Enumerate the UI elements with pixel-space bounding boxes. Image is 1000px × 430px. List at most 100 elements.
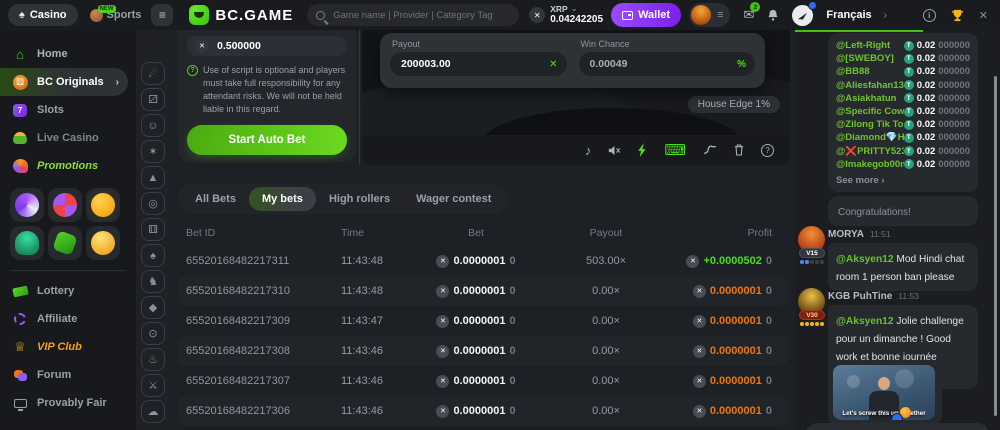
notifications-button[interactable] bbox=[767, 9, 779, 21]
multiply-icon: ✕ bbox=[549, 59, 557, 70]
win-chance-label: Win Chance bbox=[581, 39, 756, 49]
start-auto-bet-button[interactable]: Start Auto Bet bbox=[187, 125, 347, 155]
sidebar-item-slots[interactable]: 7 Slots bbox=[0, 96, 136, 124]
table-row[interactable]: 65520168482217309 11:43:47 ✕0.00000010 0… bbox=[178, 306, 788, 336]
trend-icon bbox=[703, 145, 717, 155]
sidebar-item-forum[interactable]: Forum bbox=[0, 361, 136, 389]
promo-coin-tile[interactable] bbox=[86, 226, 120, 260]
game-icon[interactable]: ♠ bbox=[141, 244, 165, 267]
sidebar-item-promotions[interactable]: Promotions bbox=[0, 152, 136, 180]
table-row[interactable]: 65520168482217306 11:43:46 ✕0.00000010 0… bbox=[178, 396, 788, 426]
tab-my-bets[interactable]: My bets bbox=[249, 187, 316, 211]
search-input[interactable] bbox=[331, 9, 510, 22]
keyboard-icon: ⌨ bbox=[664, 141, 686, 159]
xrp-coin-icon: ✕ bbox=[529, 7, 545, 23]
table-row[interactable]: 65520168482217308 11:43:46 ✕0.00000010 0… bbox=[178, 336, 788, 366]
game-icon[interactable]: ☺ bbox=[141, 114, 165, 137]
chat-language-label[interactable]: Français bbox=[826, 9, 871, 21]
xrp-coin-icon: ✕ bbox=[436, 255, 449, 268]
messages-button[interactable]: ✉ 2 bbox=[743, 7, 754, 23]
sidebar-item-provably-fair[interactable]: Provably Fair bbox=[0, 389, 136, 417]
chat-username[interactable]: MORYA11:51 bbox=[828, 229, 891, 240]
help-button[interactable]: ? bbox=[761, 144, 774, 157]
language-chevron-icon[interactable]: › bbox=[884, 10, 887, 21]
wallet-button[interactable]: Wallet bbox=[611, 3, 681, 27]
game-search[interactable] bbox=[307, 4, 519, 26]
game-icon[interactable]: ◎ bbox=[141, 192, 165, 215]
bc-game-logo[interactable]: BC.GAME bbox=[189, 5, 293, 25]
rain-recipient-row: @Imakegob00m...T0.02000000 bbox=[836, 158, 970, 171]
chat-panel: @Left-RightT0.02000000 @[SWEBOY]T0.02000… bbox=[795, 30, 1000, 430]
table-row[interactable]: 65520168482217307 11:43:46 ✕0.00000010 0… bbox=[178, 366, 788, 396]
tether-icon: T bbox=[904, 80, 914, 90]
game-icon[interactable]: ⚂ bbox=[141, 88, 165, 111]
tab-all-bets[interactable]: All Bets bbox=[182, 187, 249, 211]
game-icon[interactable]: ♨ bbox=[141, 348, 165, 371]
turbo-toggle[interactable] bbox=[638, 143, 647, 157]
music-toggle[interactable]: ♪ bbox=[585, 143, 592, 158]
bet-amount-input[interactable] bbox=[215, 39, 339, 53]
gold-coin-icon bbox=[91, 231, 115, 255]
promo-wheel-tile[interactable] bbox=[48, 188, 82, 222]
close-icon[interactable]: ✕ bbox=[979, 9, 988, 22]
sound-toggle[interactable] bbox=[608, 145, 621, 156]
tab-high-rollers[interactable]: High rollers bbox=[316, 187, 403, 211]
tether-icon: T bbox=[904, 120, 914, 130]
win-chance-input-box[interactable]: % bbox=[579, 52, 756, 76]
chat-toggle-button[interactable] bbox=[792, 5, 813, 26]
mention-link[interactable]: @Aksyen12 bbox=[836, 316, 894, 327]
game-icon[interactable]: ▲ bbox=[141, 166, 165, 189]
sidebar-item-bc-originals[interactable]: ⚄ BC Originals › bbox=[0, 68, 128, 96]
promo-spin-tile[interactable] bbox=[10, 188, 44, 222]
payout-input-box[interactable]: ✕ bbox=[390, 52, 567, 76]
reaction-badge[interactable] bbox=[891, 413, 903, 420]
tab-wager-contest[interactable]: Wager contest bbox=[403, 187, 504, 211]
game-icon[interactable]: ⚔ bbox=[141, 374, 165, 397]
bets-tabs: All Bets My bets High rollers Wager cont… bbox=[178, 184, 508, 214]
vip-progress-dots bbox=[800, 322, 824, 326]
sidebar-item-vip-club[interactable]: ♕ VIP Club bbox=[0, 333, 136, 361]
mail-count-badge: 2 bbox=[750, 2, 760, 12]
sidebar-item-live-casino[interactable]: Live Casino bbox=[0, 124, 136, 152]
trophy-icon[interactable] bbox=[951, 9, 964, 22]
sidebar-item-home[interactable]: ⌂ Home bbox=[0, 40, 136, 68]
sports-nav-button[interactable]: Sports NEW bbox=[90, 9, 142, 22]
promo-cash-tile[interactable] bbox=[48, 226, 82, 260]
balance-display[interactable]: ✕ XRP⌄ 0.04242205 bbox=[529, 5, 603, 26]
see-more-link[interactable]: See more › bbox=[836, 175, 970, 186]
table-row[interactable]: 65520168482217310 11:43:48 ✕0.00000010 0… bbox=[178, 276, 788, 306]
win-chance-input[interactable] bbox=[588, 57, 738, 71]
lottery-ticket-icon bbox=[12, 285, 29, 297]
casino-nav-button[interactable]: ♠ Casino bbox=[8, 4, 78, 26]
payout-input[interactable] bbox=[399, 57, 549, 71]
chat-gif[interactable]: Let's screw this up together bbox=[833, 365, 935, 420]
stats-button[interactable] bbox=[703, 145, 717, 155]
sidebar-item-lottery[interactable]: Lottery bbox=[0, 277, 136, 305]
game-icon[interactable]: ⚅ bbox=[141, 218, 165, 241]
bet-amount-field[interactable]: ✕ bbox=[187, 36, 347, 56]
game-icon[interactable]: ☁ bbox=[141, 400, 165, 423]
chat-input[interactable] bbox=[804, 423, 991, 430]
info-icon[interactable]: i bbox=[923, 9, 936, 22]
hotkeys-toggle[interactable]: ⌨ bbox=[664, 141, 686, 159]
col-bet: Bet bbox=[401, 227, 551, 239]
clear-button[interactable] bbox=[734, 144, 744, 156]
menu-button[interactable]: ≡ bbox=[151, 4, 173, 26]
chat-scrollbar[interactable] bbox=[994, 76, 997, 416]
profile-menu[interactable]: ≡ bbox=[689, 3, 730, 27]
sidebar-item-affiliate[interactable]: Affiliate bbox=[0, 305, 136, 333]
music-note-icon: ♪ bbox=[585, 143, 592, 158]
game-icon[interactable]: ⊙ bbox=[141, 322, 165, 345]
promo-mystery-tile[interactable] bbox=[10, 226, 44, 260]
chat-username[interactable]: KGB PuhTine11:53 bbox=[828, 291, 919, 302]
game-icon[interactable]: ✶ bbox=[141, 140, 165, 163]
home-icon: ⌂ bbox=[12, 47, 28, 62]
game-icon[interactable]: ☄ bbox=[141, 62, 165, 85]
game-icon[interactable]: ♞ bbox=[141, 270, 165, 293]
top-header: ♠ Casino Sports NEW ≡ BC.GAME ✕ XRP⌄ 0.0… bbox=[0, 0, 1000, 30]
mention-link[interactable]: @Aksyen12 bbox=[836, 254, 894, 265]
game-icon[interactable]: ◆ bbox=[141, 296, 165, 319]
xrp-coin-icon: ✕ bbox=[436, 345, 449, 358]
promo-piggy-tile[interactable] bbox=[86, 188, 120, 222]
table-row[interactable]: 65520168482217311 11:43:48 ✕0.00000010 5… bbox=[178, 246, 788, 276]
